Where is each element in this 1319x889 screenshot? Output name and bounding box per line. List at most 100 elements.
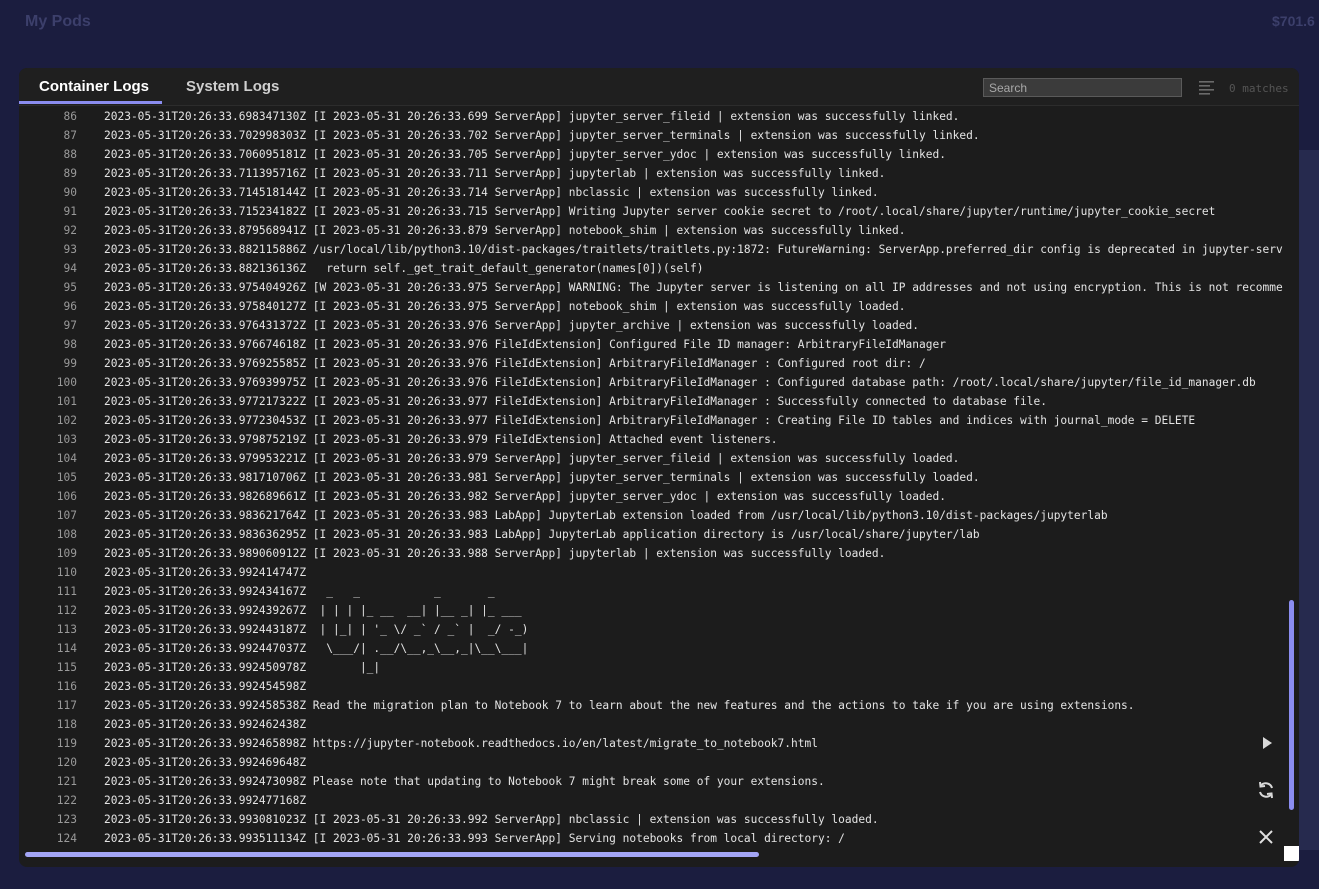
search-input[interactable] — [983, 78, 1182, 97]
log-row: 95 2023-05-31T20:26:33.975404926Z [W 2023… — [19, 278, 1283, 297]
log-text: 2023-05-31T20:26:33.992443187Z | |_| | '… — [104, 623, 529, 636]
log-row: 100 2023-05-31T20:26:33.976939975Z [I 202… — [19, 373, 1283, 392]
log-row: 112 2023-05-31T20:26:33.992439267Z | | | … — [19, 601, 1283, 620]
log-row: 108 2023-05-31T20:26:33.983636295Z [I 202… — [19, 525, 1283, 544]
log-row: 114 2023-05-31T20:26:33.992447037Z \___/|… — [19, 639, 1283, 658]
log-row: 110 2023-05-31T20:26:33.992414747Z — [19, 563, 1283, 582]
log-text: 2023-05-31T20:26:33.992473098Z Please no… — [104, 775, 825, 788]
line-number: 97 — [63, 319, 77, 332]
active-tab-indicator — [19, 101, 162, 104]
log-row: 109 2023-05-31T20:26:33.989060912Z [I 202… — [19, 544, 1283, 563]
log-text: 2023-05-31T20:26:33.976925585Z [I 2023-0… — [104, 357, 926, 370]
line-number: 101 — [56, 395, 77, 408]
line-number: 121 — [56, 775, 77, 788]
line-number: 115 — [56, 661, 77, 674]
log-text: 2023-05-31T20:26:33.706095181Z [I 2023-0… — [104, 148, 946, 161]
log-text: 2023-05-31T20:26:33.979953221Z [I 2023-0… — [104, 452, 960, 465]
line-number: 94 — [63, 262, 77, 275]
log-viewer[interactable]: 86 2023-05-31T20:26:33.698347130Z [I 2023… — [19, 107, 1283, 848]
log-text: 2023-05-31T20:26:33.992434167Z _ _ _ _ — [104, 585, 495, 598]
line-number: 95 — [63, 281, 77, 294]
log-text: 2023-05-31T20:26:33.882115886Z /usr/loca… — [104, 243, 1283, 256]
play-button[interactable] — [1256, 734, 1278, 756]
horizontal-scrollbar[interactable] — [25, 852, 759, 857]
line-number: 103 — [56, 433, 77, 446]
log-text: 2023-05-31T20:26:33.979875219Z [I 2023-0… — [104, 433, 778, 446]
line-number: 93 — [63, 243, 77, 256]
line-number: 122 — [56, 794, 77, 807]
log-row: 93 2023-05-31T20:26:33.882115886Z /usr/lo… — [19, 240, 1283, 259]
line-number: 119 — [56, 737, 77, 750]
log-text: 2023-05-31T20:26:33.976674618Z [I 2023-0… — [104, 338, 946, 351]
log-text: 2023-05-31T20:26:33.976431372Z [I 2023-0… — [104, 319, 919, 332]
line-number: 86 — [63, 110, 77, 123]
logs-modal: Container Logs System Logs 0 matches 86 2… — [19, 68, 1299, 867]
page-header: My Pods $701.6 — [0, 0, 1319, 50]
line-number: 102 — [56, 414, 77, 427]
vertical-scrollbar[interactable] — [1289, 600, 1294, 810]
line-number: 118 — [56, 718, 77, 731]
log-text: 2023-05-31T20:26:33.992465898Z https://j… — [104, 737, 818, 750]
tab-system-logs[interactable]: System Logs — [186, 78, 279, 95]
log-row: 105 2023-05-31T20:26:33.981710706Z [I 202… — [19, 468, 1283, 487]
log-text: 2023-05-31T20:26:33.989060912Z [I 2023-0… — [104, 547, 886, 560]
log-text: 2023-05-31T20:26:33.976939975Z [I 2023-0… — [104, 376, 1256, 389]
background-panel — [1299, 150, 1319, 850]
log-text: 2023-05-31T20:26:33.993081023Z [I 2023-0… — [104, 813, 879, 826]
line-number: 105 — [56, 471, 77, 484]
log-text: 2023-05-31T20:26:33.992439267Z | | | |_ … — [104, 604, 522, 617]
line-number: 92 — [63, 224, 77, 237]
line-number: 112 — [56, 604, 77, 617]
log-text: 2023-05-31T20:26:33.975404926Z [W 2023-0… — [104, 281, 1283, 294]
log-text: 2023-05-31T20:26:33.702998303Z [I 2023-0… — [104, 129, 980, 142]
page-title: My Pods — [25, 13, 91, 30]
log-row: 102 2023-05-31T20:26:33.977230453Z [I 202… — [19, 411, 1283, 430]
log-text: 2023-05-31T20:26:33.711395716Z [I 2023-0… — [104, 167, 886, 180]
line-number: 90 — [63, 186, 77, 199]
resize-handle[interactable] — [1284, 846, 1299, 861]
refresh-icon — [1256, 780, 1276, 805]
line-number: 98 — [63, 338, 77, 351]
log-row: 99 2023-05-31T20:26:33.976925585Z [I 2023… — [19, 354, 1283, 373]
tab-container-logs[interactable]: Container Logs — [39, 78, 149, 95]
refresh-button[interactable] — [1255, 781, 1277, 803]
log-row: 121 2023-05-31T20:26:33.992473098Z Please… — [19, 772, 1283, 791]
match-count: 0 matches — [1229, 82, 1289, 95]
log-row: 96 2023-05-31T20:26:33.975840127Z [I 2023… — [19, 297, 1283, 316]
log-row: 123 2023-05-31T20:26:33.993081023Z [I 202… — [19, 810, 1283, 829]
line-number: 114 — [56, 642, 77, 655]
align-lines-icon[interactable] — [1199, 80, 1214, 95]
log-text: 2023-05-31T20:26:33.992454598Z — [104, 680, 307, 693]
line-number: 120 — [56, 756, 77, 769]
line-number: 117 — [56, 699, 77, 712]
line-number: 87 — [63, 129, 77, 142]
close-icon — [1258, 829, 1274, 850]
log-row: 91 2023-05-31T20:26:33.715234182Z [I 2023… — [19, 202, 1283, 221]
log-text: 2023-05-31T20:26:33.992447037Z \___/| ._… — [104, 642, 529, 655]
line-number: 108 — [56, 528, 77, 541]
log-row: 97 2023-05-31T20:26:33.976431372Z [I 2023… — [19, 316, 1283, 335]
log-row: 117 2023-05-31T20:26:33.992458538Z Read t… — [19, 696, 1283, 715]
log-text: 2023-05-31T20:26:33.698347130Z [I 2023-0… — [104, 110, 960, 123]
log-text: 2023-05-31T20:26:33.983636295Z [I 2023-0… — [104, 528, 980, 541]
line-number: 91 — [63, 205, 77, 218]
log-row: 122 2023-05-31T20:26:33.992477168Z — [19, 791, 1283, 810]
close-button[interactable] — [1255, 828, 1277, 850]
log-text: 2023-05-31T20:26:33.715234182Z [I 2023-0… — [104, 205, 1216, 218]
tab-bar: Container Logs System Logs 0 matches — [19, 68, 1299, 106]
log-row: 90 2023-05-31T20:26:33.714518144Z [I 2023… — [19, 183, 1283, 202]
log-text: 2023-05-31T20:26:33.983621764Z [I 2023-0… — [104, 509, 1108, 522]
log-text: 2023-05-31T20:26:33.992458538Z Read the … — [104, 699, 1135, 712]
log-text: 2023-05-31T20:26:33.992450978Z |_| — [104, 661, 381, 674]
log-row: 111 2023-05-31T20:26:33.992434167Z _ _ _ … — [19, 582, 1283, 601]
log-text: 2023-05-31T20:26:33.981710706Z [I 2023-0… — [104, 471, 980, 484]
log-text: 2023-05-31T20:26:33.977230453Z [I 2023-0… — [104, 414, 1196, 427]
log-row: 88 2023-05-31T20:26:33.706095181Z [I 2023… — [19, 145, 1283, 164]
log-text: 2023-05-31T20:26:33.993511134Z [I 2023-0… — [104, 832, 845, 845]
log-text: 2023-05-31T20:26:33.992477168Z — [104, 794, 307, 807]
log-row: 107 2023-05-31T20:26:33.983621764Z [I 202… — [19, 506, 1283, 525]
log-row: 98 2023-05-31T20:26:33.976674618Z [I 2023… — [19, 335, 1283, 354]
log-row: 104 2023-05-31T20:26:33.979953221Z [I 202… — [19, 449, 1283, 468]
line-number: 116 — [56, 680, 77, 693]
balance-amount: $701.6 — [1272, 13, 1315, 29]
